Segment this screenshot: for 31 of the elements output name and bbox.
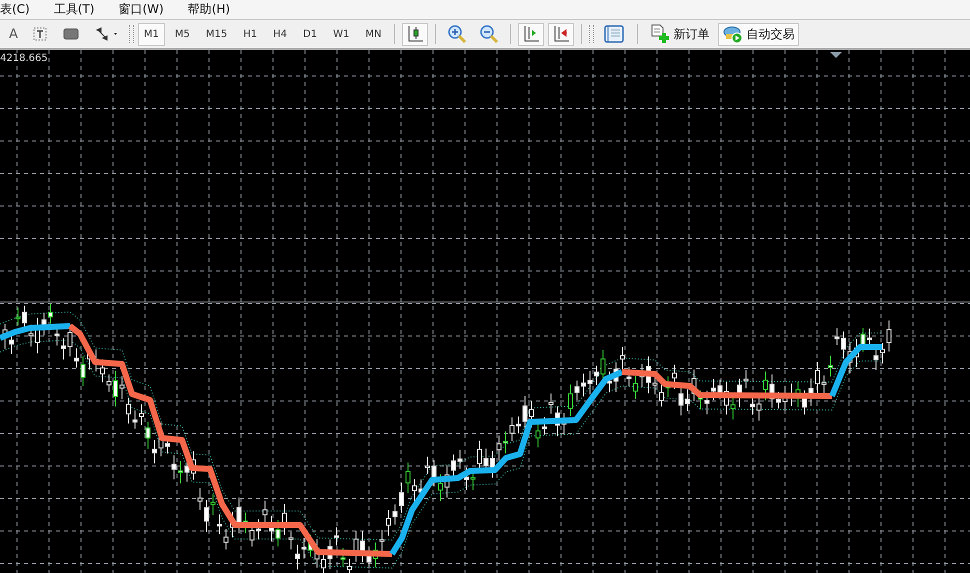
timeframe-button[interactable]: H1 [237,22,264,46]
menu-item[interactable]: 窗口(W) [118,1,164,18]
timeframe-button[interactable]: MN [359,22,388,46]
auto-trading-button[interactable]: 自动交易 [718,22,800,46]
menu-item[interactable]: 工具(T) [54,1,94,18]
axis-arrow-icon [552,25,570,43]
text-label-icon[interactable] [32,27,47,41]
arrows-icon[interactable] [94,27,119,41]
rectangle-icon[interactable] [62,28,79,40]
timeframe-button[interactable]: M15 [200,22,234,46]
timeframe-button[interactable]: M5 [168,22,196,46]
timeframe-button[interactable]: D1 [297,22,324,46]
autoscroll-button[interactable] [518,22,544,46]
zoom-out-icon [479,24,500,44]
hat-play-icon [723,24,744,44]
timeframe-button[interactable]: W1 [327,22,356,46]
menu-item[interactable]: 帮助(H) [188,1,230,18]
candlestick-icon [406,25,424,43]
menu-item[interactable]: 表(C) [0,1,30,18]
timeframe-button[interactable]: M1 [138,22,165,46]
text-tool-button[interactable]: A [4,22,23,46]
chart-shift-button[interactable] [548,22,574,46]
new-order-button[interactable]: 新订单 [645,22,714,46]
triangle-marker-icon [830,52,842,58]
zoom-in-icon [447,24,468,44]
candlestick-chart-button[interactable] [402,22,428,46]
price-label: 4218.665 [0,53,48,64]
axis-play-icon [522,25,540,43]
navigator-window-icon[interactable] [604,25,624,43]
timeframe-button[interactable]: H4 [267,22,294,46]
document-plus-icon [650,24,670,44]
